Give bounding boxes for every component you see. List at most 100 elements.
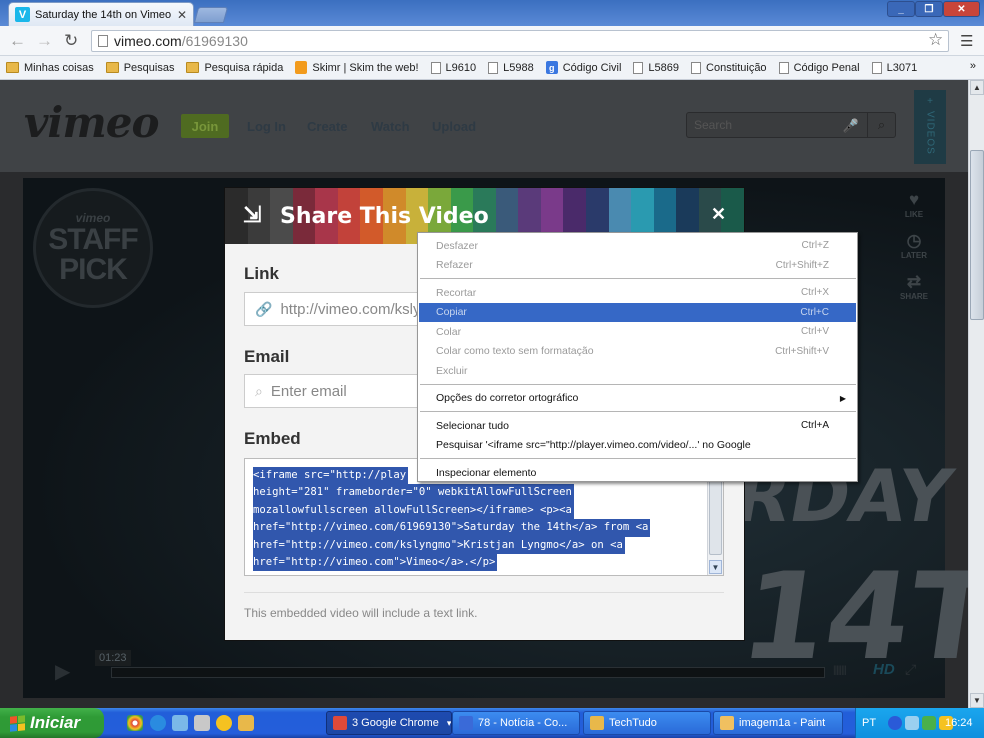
menu-item-op-es-do-corretor-ortogr-fico[interactable]: Opções do corretor ortográfico ▶ <box>419 389 856 408</box>
menu-item-label: Recortar <box>436 286 477 299</box>
page-scrollbar[interactable]: ▲ ▼ <box>968 80 984 708</box>
dropdown-icon: ▾ <box>446 717 452 728</box>
bookmark-label: Minhas coisas <box>24 61 94 74</box>
menu-separator <box>420 383 856 385</box>
address-bar[interactable]: vimeo.com/61969130 <box>91 30 949 52</box>
taskbar-app-icon <box>720 716 734 730</box>
fullscreen-icon[interactable]: ⤢ <box>905 661 916 678</box>
bird-quicklaunch-icon[interactable] <box>172 715 188 731</box>
forward-arrow-icon[interactable]: → <box>36 31 53 51</box>
media-quicklaunch-icon[interactable] <box>216 715 232 731</box>
bookmark-label: Código Civil <box>562 61 622 74</box>
chrome-quicklaunch-icon[interactable] <box>127 715 143 731</box>
volume-icon[interactable]: |||||||| <box>833 665 847 676</box>
bookmark-star-icon[interactable]: ☆ <box>928 30 943 50</box>
search-icon[interactable]: ⌕ <box>867 113 895 137</box>
menu-item-desfazer[interactable]: Desfazer Ctrl+Z <box>419 236 856 255</box>
scroll-down-icon[interactable]: ▼ <box>970 693 984 708</box>
menu-item-recortar[interactable]: Recortar Ctrl+X <box>419 283 856 302</box>
bookmark-item[interactable]: Skimr | Skim the web! <box>295 61 419 74</box>
staff-pick-line1: STAFF <box>48 223 138 256</box>
bookmark-label: L5988 <box>503 61 534 74</box>
menu-item-label: Refazer <box>436 259 473 271</box>
menu-item-selecionar-tudo[interactable]: Selecionar tudo Ctrl+A <box>419 416 856 435</box>
bookmark-item[interactable]: L5869 <box>633 61 680 74</box>
bookmark-item[interactable]: Constituição <box>691 61 767 74</box>
nav-upload[interactable]: Upload <box>432 119 476 134</box>
nav-log-in[interactable]: Log In <box>247 119 286 134</box>
microphone-icon[interactable]: 🎤 <box>843 118 859 134</box>
embed-line: href="http://vimeo.com/61969130">Saturda… <box>253 519 651 537</box>
scroll-up-icon[interactable]: ▲ <box>970 80 984 95</box>
browser-title-bar: V Saturday the 14th on Vimeo ✕ _ ❐ ✕ <box>0 0 984 26</box>
bookmark-item[interactable]: L3071 <box>871 61 917 74</box>
nav-create[interactable]: Create <box>307 119 347 134</box>
network-tray-icon[interactable] <box>905 716 919 730</box>
nav-watch[interactable]: Watch <box>371 119 410 134</box>
app-quicklaunch-icon[interactable] <box>194 715 210 731</box>
ie-quicklaunch-icon[interactable] <box>150 715 166 731</box>
minimize-button[interactable]: _ <box>887 1 915 17</box>
progress-bar[interactable] <box>111 667 825 678</box>
menu-item-label: Selecionar tudo <box>436 419 509 432</box>
taskbar-button[interactable]: 3 Google Chrome ▾ <box>326 711 452 735</box>
start-button[interactable]: Iniciar <box>0 708 104 738</box>
language-indicator[interactable]: PT <box>862 717 876 729</box>
menu-item-inspecionar-elemento[interactable]: Inspecionar elemento <box>419 463 856 482</box>
videos-side-tab[interactable]: + VIDEOS <box>914 90 946 164</box>
bookmark-item[interactable]: g Código Civil <box>545 61 622 74</box>
menu-item-colar[interactable]: Colar Ctrl+V <box>419 322 856 341</box>
menu-item-excluir[interactable]: Excluir <box>419 361 856 380</box>
later-button[interactable]: ◷ LATER <box>901 231 927 260</box>
bookmark-item[interactable]: Pesquisas <box>105 62 174 74</box>
menu-item-copiar[interactable]: Copiar Ctrl+C <box>419 302 856 322</box>
hd-button[interactable]: HD <box>873 661 895 678</box>
scroll-down-icon[interactable]: ▼ <box>709 560 722 574</box>
menu-item-label: Desfazer <box>436 239 479 252</box>
timecode: 01:23 <box>95 650 131 666</box>
security-tray-icon[interactable] <box>922 716 936 730</box>
bookmark-item[interactable]: Pesquisa rápida <box>186 62 283 74</box>
maximize-button[interactable]: ❐ <box>915 1 943 17</box>
vimeo-logo[interactable]: vimeo <box>24 98 160 147</box>
menu-item-refazer[interactable]: Refazer Ctrl+Shift+Z <box>419 256 856 275</box>
taskbar-button[interactable]: imagem1a - Paint <box>713 711 843 735</box>
bookmark-label: L5869 <box>648 61 680 74</box>
staff-pick-line2: PICK <box>59 253 128 286</box>
folder-quicklaunch-icon[interactable] <box>238 715 254 731</box>
link-input[interactable]: 🔗 http://vimeo.com/kslyn <box>244 292 429 326</box>
back-arrow-icon[interactable]: ← <box>9 31 26 51</box>
chrome-menu-icon[interactable]: ☰ <box>960 32 973 50</box>
bookmark-item[interactable]: L5988 <box>488 61 534 74</box>
new-tab-button[interactable] <box>193 7 229 23</box>
taskbar-app-icon <box>590 716 604 730</box>
url-host: vimeo.com <box>114 33 182 49</box>
link-value: http://vimeo.com/kslyn <box>280 300 429 318</box>
bookmarks-more-icon[interactable]: » <box>970 60 976 72</box>
share-button[interactable]: ⇄ SHARE <box>900 272 928 301</box>
back-tray-icon[interactable] <box>888 716 902 730</box>
vimeo-search-input[interactable]: Search 🎤 ⌕ <box>686 112 896 138</box>
tab-close-icon[interactable]: ✕ <box>177 8 187 22</box>
bookmark-item[interactable]: Código Penal <box>778 61 860 74</box>
embed-code[interactable]: <iframe src="http://play height="281" fr… <box>253 467 699 572</box>
join-button[interactable]: Join <box>181 114 229 138</box>
browser-tab[interactable]: V Saturday the 14th on Vimeo ✕ <box>8 2 194 26</box>
reload-icon[interactable]: ↻ <box>64 31 78 51</box>
play-icon[interactable]: ▶ <box>55 659 70 684</box>
like-button[interactable]: ♥ LIKE <box>905 190 923 219</box>
close-icon[interactable]: ✕ <box>711 204 726 225</box>
page-icon <box>633 61 644 74</box>
taskbar-button[interactable]: TechTudo <box>583 711 711 735</box>
window-close-button[interactable]: ✕ <box>943 1 980 17</box>
link-icon: 🔗 <box>255 300 273 317</box>
bookmark-item[interactable]: L9610 <box>430 61 476 74</box>
menu-item-colar-como-texto-sem-formata-o[interactable]: Colar como texto sem formatação Ctrl+Shif… <box>419 342 856 361</box>
bookmark-item[interactable]: Minhas coisas <box>6 62 94 74</box>
taskbar-button[interactable]: 78 - Notícia - Co... <box>452 711 580 735</box>
scrollbar-thumb[interactable] <box>970 150 984 320</box>
embed-scrollbar-thumb[interactable] <box>709 479 722 555</box>
share-label: SHARE <box>899 292 928 301</box>
menu-item-pesquisar-iframe-src-http-play[interactable]: Pesquisar '<iframe src="http://player.vi… <box>419 436 856 455</box>
email-input[interactable]: ⌕ Enter email <box>244 374 424 408</box>
